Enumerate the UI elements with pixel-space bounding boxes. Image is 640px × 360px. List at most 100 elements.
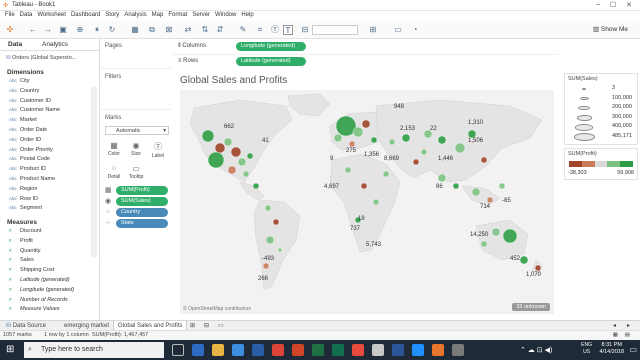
excel-icon[interactable] — [312, 344, 324, 356]
map-mark[interactable] — [265, 235, 275, 245]
map-mark[interactable] — [344, 166, 352, 174]
dimension-postal-code[interactable]: Abc Postal Code — [9, 156, 50, 166]
data-pane-scrollbar[interactable] — [91, 87, 97, 257]
labels-icon[interactable]: Ⓣ — [270, 25, 280, 35]
measure-longitude-generated[interactable]: # Longitude (generated) — [9, 287, 74, 297]
clear-sheet-icon[interactable]: ⊠ — [164, 25, 174, 35]
map-mark[interactable] — [502, 228, 518, 244]
map-mark[interactable] — [360, 182, 368, 190]
presentation-icon[interactable]: ▭ — [393, 25, 403, 35]
measure-number-of-records[interactable]: # Number of Records — [9, 297, 68, 307]
highlight-icon[interactable]: ✎ — [238, 25, 248, 35]
sort-ascending-icon[interactable]: ⇅ — [200, 25, 210, 35]
project-icon[interactable] — [332, 344, 344, 356]
maximize-icon[interactable]: ☐ — [610, 1, 616, 9]
size-button[interactable]: ◉ Size — [126, 141, 146, 157]
map-mark[interactable] — [534, 264, 542, 272]
tableau-home-icon[interactable]: ✣ — [5, 25, 15, 35]
show-me-button[interactable]: ▥ Show Me — [593, 25, 628, 33]
map-mark[interactable] — [486, 196, 494, 204]
new-worksheet-icon[interactable]: ▦ — [130, 25, 140, 35]
map-mark[interactable] — [437, 135, 447, 145]
filters-card[interactable]: Filters — [101, 70, 171, 110]
map-mark[interactable] — [264, 204, 272, 212]
map-mark[interactable] — [491, 227, 501, 237]
size-legend[interactable]: SUM(Sales) 3 100,000 200,000 300,000 400,000… — [564, 73, 638, 145]
edge-icon[interactable] — [192, 344, 204, 356]
map-mark[interactable] — [382, 170, 390, 178]
dimension-product-id[interactable]: Abc Product ID — [9, 166, 46, 176]
map[interactable]: 662 41 948 2,153 22 1,310 1,506 9 275 1,356 8,669 1… — [180, 90, 554, 314]
map-mark[interactable] — [352, 126, 364, 138]
fix-axes-icon[interactable]: ⊟ — [300, 25, 310, 35]
sort-descending-icon[interactable]: ⇵ — [215, 25, 225, 35]
menu-item-help[interactable]: Help — [241, 12, 253, 18]
map-mark[interactable] — [272, 218, 280, 226]
map-mark[interactable] — [467, 129, 477, 139]
dimension-city[interactable]: Abc City — [9, 78, 29, 88]
country-detail-pill[interactable]: Country — [116, 208, 168, 217]
map-mark[interactable] — [242, 170, 250, 178]
photos-icon[interactable] — [412, 344, 424, 356]
undo-icon[interactable]: ← — [28, 25, 38, 35]
map-mark[interactable] — [333, 133, 343, 143]
language-indicator[interactable]: ENG US — [581, 342, 592, 356]
map-mark[interactable] — [519, 255, 529, 265]
menu-item-worksheet[interactable]: Worksheet — [37, 12, 66, 18]
dimension-region[interactable]: Abc Region — [9, 186, 37, 196]
map-mark[interactable] — [480, 240, 488, 248]
powerpoint-icon[interactable] — [292, 344, 304, 356]
filmstrip-icon[interactable]: ▤ — [625, 332, 630, 338]
measure-sales[interactable]: # Sales — [9, 257, 34, 267]
map-mark[interactable] — [237, 157, 247, 167]
save-icon[interactable]: ▣ — [58, 25, 68, 35]
app-icon[interactable] — [452, 344, 464, 356]
map-mark[interactable] — [412, 158, 420, 166]
dimension-customer-id[interactable]: Abc Customer ID — [9, 98, 51, 108]
tooltip-button[interactable]: ▭ Tooltip — [126, 164, 146, 180]
chrome-icon[interactable] — [272, 344, 284, 356]
map-mark[interactable] — [277, 247, 283, 253]
menu-item-map[interactable]: Map — [152, 12, 164, 18]
map-mark[interactable] — [227, 165, 237, 175]
label-button[interactable]: Ⓣ Label — [148, 141, 168, 159]
tab-data[interactable]: Data — [8, 41, 22, 48]
map-mark[interactable] — [230, 146, 242, 158]
refresh-icon[interactable]: ↻ — [107, 25, 117, 35]
dimension-row-id[interactable]: Abc Row ID — [9, 196, 38, 206]
mark-type-dropdown[interactable]: Automatic ▾ — [105, 126, 169, 135]
detail-button[interactable]: ⁘ Detail — [104, 164, 124, 180]
camera-icon[interactable] — [372, 344, 384, 356]
share-icon[interactable]: ◔ — [410, 25, 420, 35]
dimension-country[interactable]: Abc Country — [9, 88, 39, 98]
measure-discount[interactable]: # Discount — [9, 228, 41, 238]
dimension-product-name[interactable]: Abc Product Name — [9, 176, 55, 186]
group-icon[interactable]: ⌗ — [255, 25, 265, 35]
taskbar-clock[interactable]: 8:31 PM 4/14/2018 — [600, 342, 624, 356]
sheet-sorter-icon[interactable]: ▦ — [613, 332, 618, 338]
dimension-order-priority[interactable]: Abc Order Priority — [9, 147, 53, 157]
map-mark[interactable] — [262, 262, 270, 270]
menu-item-analysis[interactable]: Analysis — [124, 12, 146, 18]
windows-start-icon[interactable]: ⊞ — [6, 344, 14, 355]
measure-measure-values[interactable]: # Measure Values — [9, 306, 60, 316]
fit-width-icon[interactable]: ⊞ — [368, 25, 378, 35]
measure-profit[interactable]: # Profit — [9, 238, 33, 248]
map-mark[interactable] — [420, 148, 428, 156]
map-mark[interactable] — [454, 142, 466, 154]
menu-item-file[interactable]: File — [5, 12, 15, 18]
pages-card[interactable]: Pages — [101, 39, 171, 69]
map-mark[interactable] — [246, 152, 254, 160]
tableau-taskbar-icon[interactable] — [432, 344, 444, 356]
dimension-segment[interactable]: Abc Segment — [9, 205, 42, 215]
map-mark[interactable] — [437, 173, 447, 183]
close-icon[interactable]: ✕ — [626, 1, 632, 9]
unknown-indicator[interactable]: 32 unknown — [512, 303, 550, 311]
file-explorer-icon[interactable] — [212, 344, 224, 356]
profit-color-pill[interactable]: SUM(Profit) — [116, 186, 168, 195]
state-detail-pill[interactable]: State — [116, 219, 168, 228]
measure-quantity[interactable]: # Quantity — [9, 248, 40, 258]
map-mark[interactable] — [471, 187, 481, 197]
map-mark[interactable] — [348, 140, 356, 148]
menu-item-data[interactable]: Data — [20, 12, 33, 18]
